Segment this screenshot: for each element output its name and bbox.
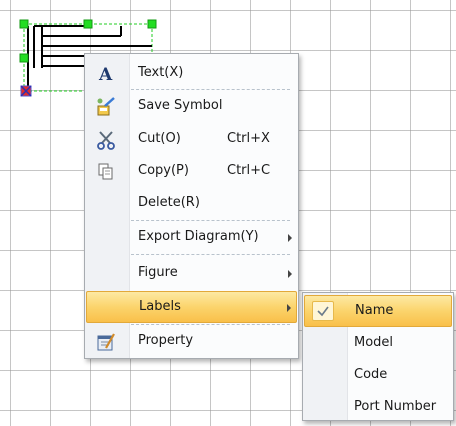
scissors-icon — [96, 130, 116, 150]
context-menu: A Text(X) Save Symbol Cut(O) Ctrl+X Copy… — [84, 53, 299, 359]
menu-separator — [131, 254, 290, 255]
menu-item-labels[interactable]: Labels — [86, 291, 297, 323]
labels-submenu: Name Model Code Port Number — [302, 292, 454, 421]
menu-item-export-diagram[interactable]: Export Diagram(Y) — [86, 222, 297, 254]
submenu-arrow-icon — [287, 304, 291, 312]
svg-text:A: A — [98, 65, 113, 84]
menu-item-label: Copy(P) — [138, 163, 189, 178]
menu-item-text[interactable]: A Text(X) — [86, 58, 297, 90]
menu-item-label: Text(X) — [138, 65, 184, 80]
menu-item-label: Property — [138, 333, 194, 348]
submenu-item-model[interactable]: Model — [304, 328, 452, 360]
submenu-item-label: Model — [354, 335, 394, 350]
menu-item-save-symbol[interactable]: Save Symbol — [86, 91, 297, 123]
submenu-item-label: Port Number — [354, 399, 437, 414]
menu-item-delete[interactable]: Delete(R) — [86, 188, 297, 220]
menu-item-label: Cut(O) — [138, 131, 181, 146]
menu-item-copy[interactable]: Copy(P) Ctrl+C — [86, 156, 297, 188]
menu-item-shortcut: Ctrl+C — [227, 163, 271, 178]
submenu-item-port-number[interactable]: Port Number — [304, 392, 452, 424]
property-icon — [96, 332, 116, 352]
diagram-canvas[interactable]: A Text(X) Save Symbol Cut(O) Ctrl+X Copy… — [0, 0, 456, 426]
menu-separator — [131, 220, 290, 221]
menu-item-label: Export Diagram(Y) — [138, 229, 259, 244]
submenu-item-label: Code — [354, 367, 388, 382]
save-symbol-icon — [96, 97, 116, 117]
menu-item-cut[interactable]: Cut(O) Ctrl+X — [86, 124, 297, 156]
menu-item-label: Figure — [138, 265, 178, 280]
menu-separator — [131, 89, 290, 90]
menu-separator — [131, 324, 290, 325]
submenu-item-code[interactable]: Code — [304, 360, 452, 392]
menu-item-property[interactable]: Property — [86, 326, 297, 358]
copy-icon — [96, 162, 116, 182]
checkmark-icon — [312, 301, 334, 321]
text-A-icon: A — [96, 64, 116, 85]
menu-item-label: Save Symbol — [138, 98, 223, 113]
menu-item-shortcut: Ctrl+X — [227, 131, 270, 146]
menu-item-figure[interactable]: Figure — [86, 258, 297, 290]
submenu-arrow-icon — [288, 234, 292, 242]
submenu-item-label: Name — [355, 303, 394, 318]
menu-item-label: Labels — [139, 299, 181, 314]
submenu-arrow-icon — [288, 270, 292, 278]
menu-item-label: Delete(R) — [138, 195, 200, 210]
submenu-item-name[interactable]: Name — [304, 295, 452, 327]
